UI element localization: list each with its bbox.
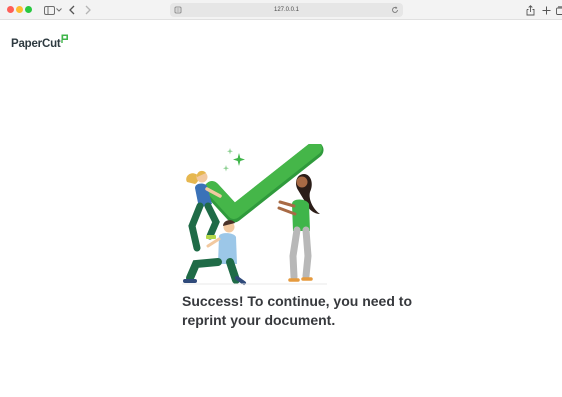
plus-icon[interactable]	[541, 3, 551, 17]
address-bar[interactable]: 127.0.0.1	[170, 3, 403, 17]
person-holding	[277, 174, 320, 282]
success-illustration	[182, 144, 327, 285]
reload-icon[interactable]	[391, 6, 399, 14]
chevron-right-icon[interactable]	[83, 3, 93, 17]
tab-overview-icon[interactable]	[555, 3, 562, 17]
chevron-down-icon[interactable]	[55, 3, 63, 17]
papercut-logo: PaperCut	[11, 38, 61, 50]
chevron-left-icon[interactable]	[67, 3, 77, 17]
url-text: 127.0.0.1	[273, 7, 300, 13]
share-icon[interactable]	[525, 3, 535, 17]
zoom-window-button[interactable]	[25, 6, 32, 13]
success-message: Success! To continue, you need to reprin…	[182, 293, 412, 328]
close-window-button[interactable]	[7, 6, 14, 13]
browser-toolbar: 127.0.0.1	[0, 0, 562, 20]
logo-flag-icon	[61, 34, 68, 43]
minimize-window-button[interactable]	[16, 6, 23, 13]
sparkle-icon	[223, 148, 245, 172]
